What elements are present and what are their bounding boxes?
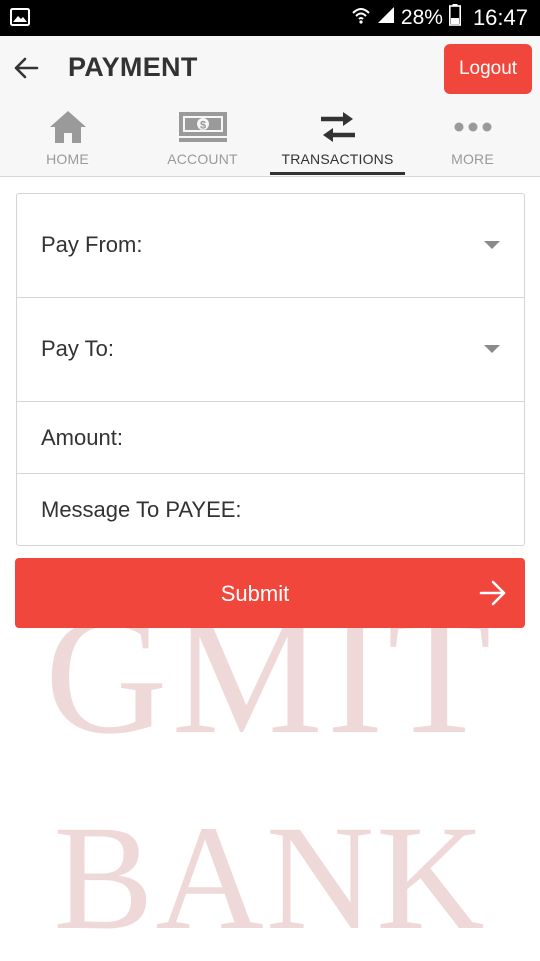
- tab-label: HOME: [46, 151, 89, 167]
- logout-button[interactable]: Logout: [444, 44, 532, 94]
- arrow-right-icon: [479, 580, 507, 611]
- amount-label: Amount:: [41, 425, 123, 450]
- dropdown-caret-icon: [484, 241, 500, 249]
- submit-button[interactable]: Submit: [15, 558, 525, 628]
- clock: 16:47: [472, 5, 528, 30]
- app-header: PAYMENT Logout: [0, 36, 540, 100]
- battery-icon: [448, 4, 461, 32]
- dropdown-caret-icon: [484, 345, 500, 353]
- tab-transactions[interactable]: TRANSACTIONS: [270, 100, 405, 176]
- active-tab-indicator: [270, 172, 405, 175]
- page-title: PAYMENT: [68, 52, 198, 82]
- tab-label: TRANSACTIONS: [281, 151, 394, 167]
- tab-account[interactable]: $ ACCOUNT: [135, 100, 270, 176]
- payment-form: Pay From: Pay To: Amount: Message To PAY…: [16, 193, 525, 546]
- tab-label: MORE: [451, 151, 494, 167]
- swap-arrows-icon: [270, 108, 405, 146]
- pay-to-label: Pay To:: [41, 336, 114, 361]
- svg-text:$: $: [199, 120, 205, 132]
- image-icon: [10, 8, 30, 31]
- pay-to-select[interactable]: Pay To:: [17, 298, 524, 402]
- home-icon: [0, 108, 135, 146]
- tab-home[interactable]: HOME: [0, 100, 135, 176]
- message-field[interactable]: Message To PAYEE:: [17, 474, 524, 545]
- tab-label: ACCOUNT: [167, 151, 238, 167]
- wifi-icon: [351, 5, 371, 31]
- watermark-bank: BANK: [53, 795, 487, 961]
- signal-icon: [377, 6, 395, 30]
- message-label: Message To PAYEE:: [41, 497, 242, 522]
- back-button[interactable]: [6, 48, 46, 88]
- arrow-left-icon: [14, 57, 39, 79]
- battery-percentage: 28%: [400, 6, 443, 29]
- money-icon: $: [135, 108, 270, 146]
- more-dots-icon: [405, 108, 540, 146]
- tab-bar: HOME $ ACCOUNT TRANSACTIONS MORE: [0, 100, 540, 177]
- pay-from-select[interactable]: Pay From:: [17, 194, 524, 298]
- submit-label: Submit: [220, 581, 290, 606]
- amount-field[interactable]: Amount:: [17, 402, 524, 474]
- pay-from-label: Pay From:: [41, 232, 143, 257]
- tab-more[interactable]: MORE: [405, 100, 540, 176]
- status-bar: 28% 16:47: [0, 0, 540, 36]
